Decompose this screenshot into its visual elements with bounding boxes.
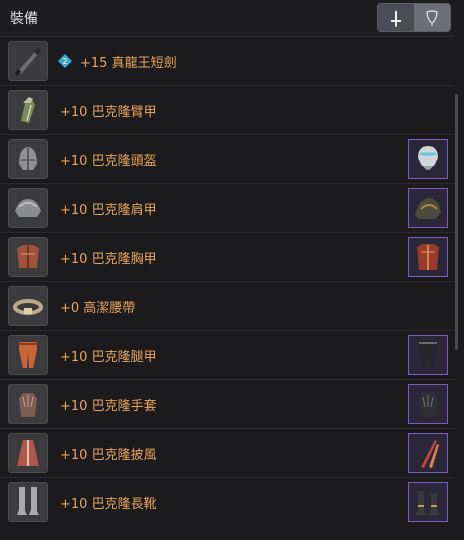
chest-skin-icon[interactable] (408, 237, 448, 277)
item-name: +15 真龍王短劍 (80, 56, 177, 71)
cape-icon (8, 433, 48, 473)
scrollbar[interactable] (455, 94, 458, 350)
weapon-view-button[interactable] (378, 4, 414, 31)
panel-title: 裝備 (10, 11, 38, 27)
glove-skin-icon[interactable] (408, 384, 448, 424)
equipment-row[interactable]: +10 巴克隆腿甲 (0, 330, 455, 379)
equipment-row[interactable]: +10 巴克隆臂甲 (0, 85, 455, 134)
equipment-row[interactable]: +10 巴克隆胸甲 (0, 232, 455, 281)
item-name: +0 高潔腰帶 (60, 301, 136, 316)
equipment-row[interactable]: +10 巴克隆長靴 (0, 477, 455, 526)
cape-skin-icon[interactable] (408, 433, 448, 473)
leg-armor-icon (8, 335, 48, 375)
chest-armor-icon (8, 237, 48, 277)
item-name: +10 巴克隆肩甲 (60, 203, 157, 218)
belt-icon (8, 286, 48, 326)
equipment-row[interactable]: 2 +15 真龍王短劍 (0, 36, 455, 85)
glove-icon (8, 384, 48, 424)
sword-icon (391, 9, 401, 27)
item-name: +10 巴克隆手套 (60, 399, 157, 414)
boots-skin-icon[interactable] (408, 482, 448, 522)
item-name: +10 巴克隆胸甲 (60, 252, 157, 267)
armor-view-button[interactable] (414, 4, 450, 31)
item-name: +10 巴克隆頭盔 (60, 154, 157, 169)
helmet-icon (8, 139, 48, 179)
item-name: +10 巴克隆臂甲 (60, 105, 157, 120)
equipment-row[interactable]: +10 巴克隆頭盔 (0, 134, 455, 183)
view-toggle[interactable] (377, 3, 451, 32)
dagger-icon (8, 41, 48, 81)
enhance-badge: 2 (58, 54, 72, 68)
bracer-icon (8, 90, 48, 130)
item-name: +10 巴克隆披風 (60, 448, 157, 463)
item-name: +10 巴克隆腿甲 (60, 350, 157, 365)
item-name: +10 巴克隆長靴 (60, 497, 157, 512)
pauldron-skin-icon[interactable] (408, 188, 448, 228)
svg-text:2: 2 (62, 57, 67, 66)
equipment-row[interactable]: +10 巴克隆披風 (0, 428, 455, 477)
shield-icon (426, 9, 438, 26)
equipment-row[interactable]: +0 高潔腰帶 (0, 281, 455, 330)
leg-skin-icon[interactable] (408, 335, 448, 375)
equipment-row[interactable]: +10 巴克隆肩甲 (0, 183, 455, 232)
panel-header: 裝備 (0, 0, 464, 36)
helmet-skin-icon[interactable] (408, 139, 448, 179)
pauldron-icon (8, 188, 48, 228)
equipment-list: 2 +15 真龍王短劍 +10 巴克隆臂甲 +10 巴克隆頭盔 +10 巴克隆肩… (0, 36, 464, 540)
boots-icon (8, 482, 48, 522)
equipment-row[interactable]: +10 巴克隆手套 (0, 379, 455, 428)
